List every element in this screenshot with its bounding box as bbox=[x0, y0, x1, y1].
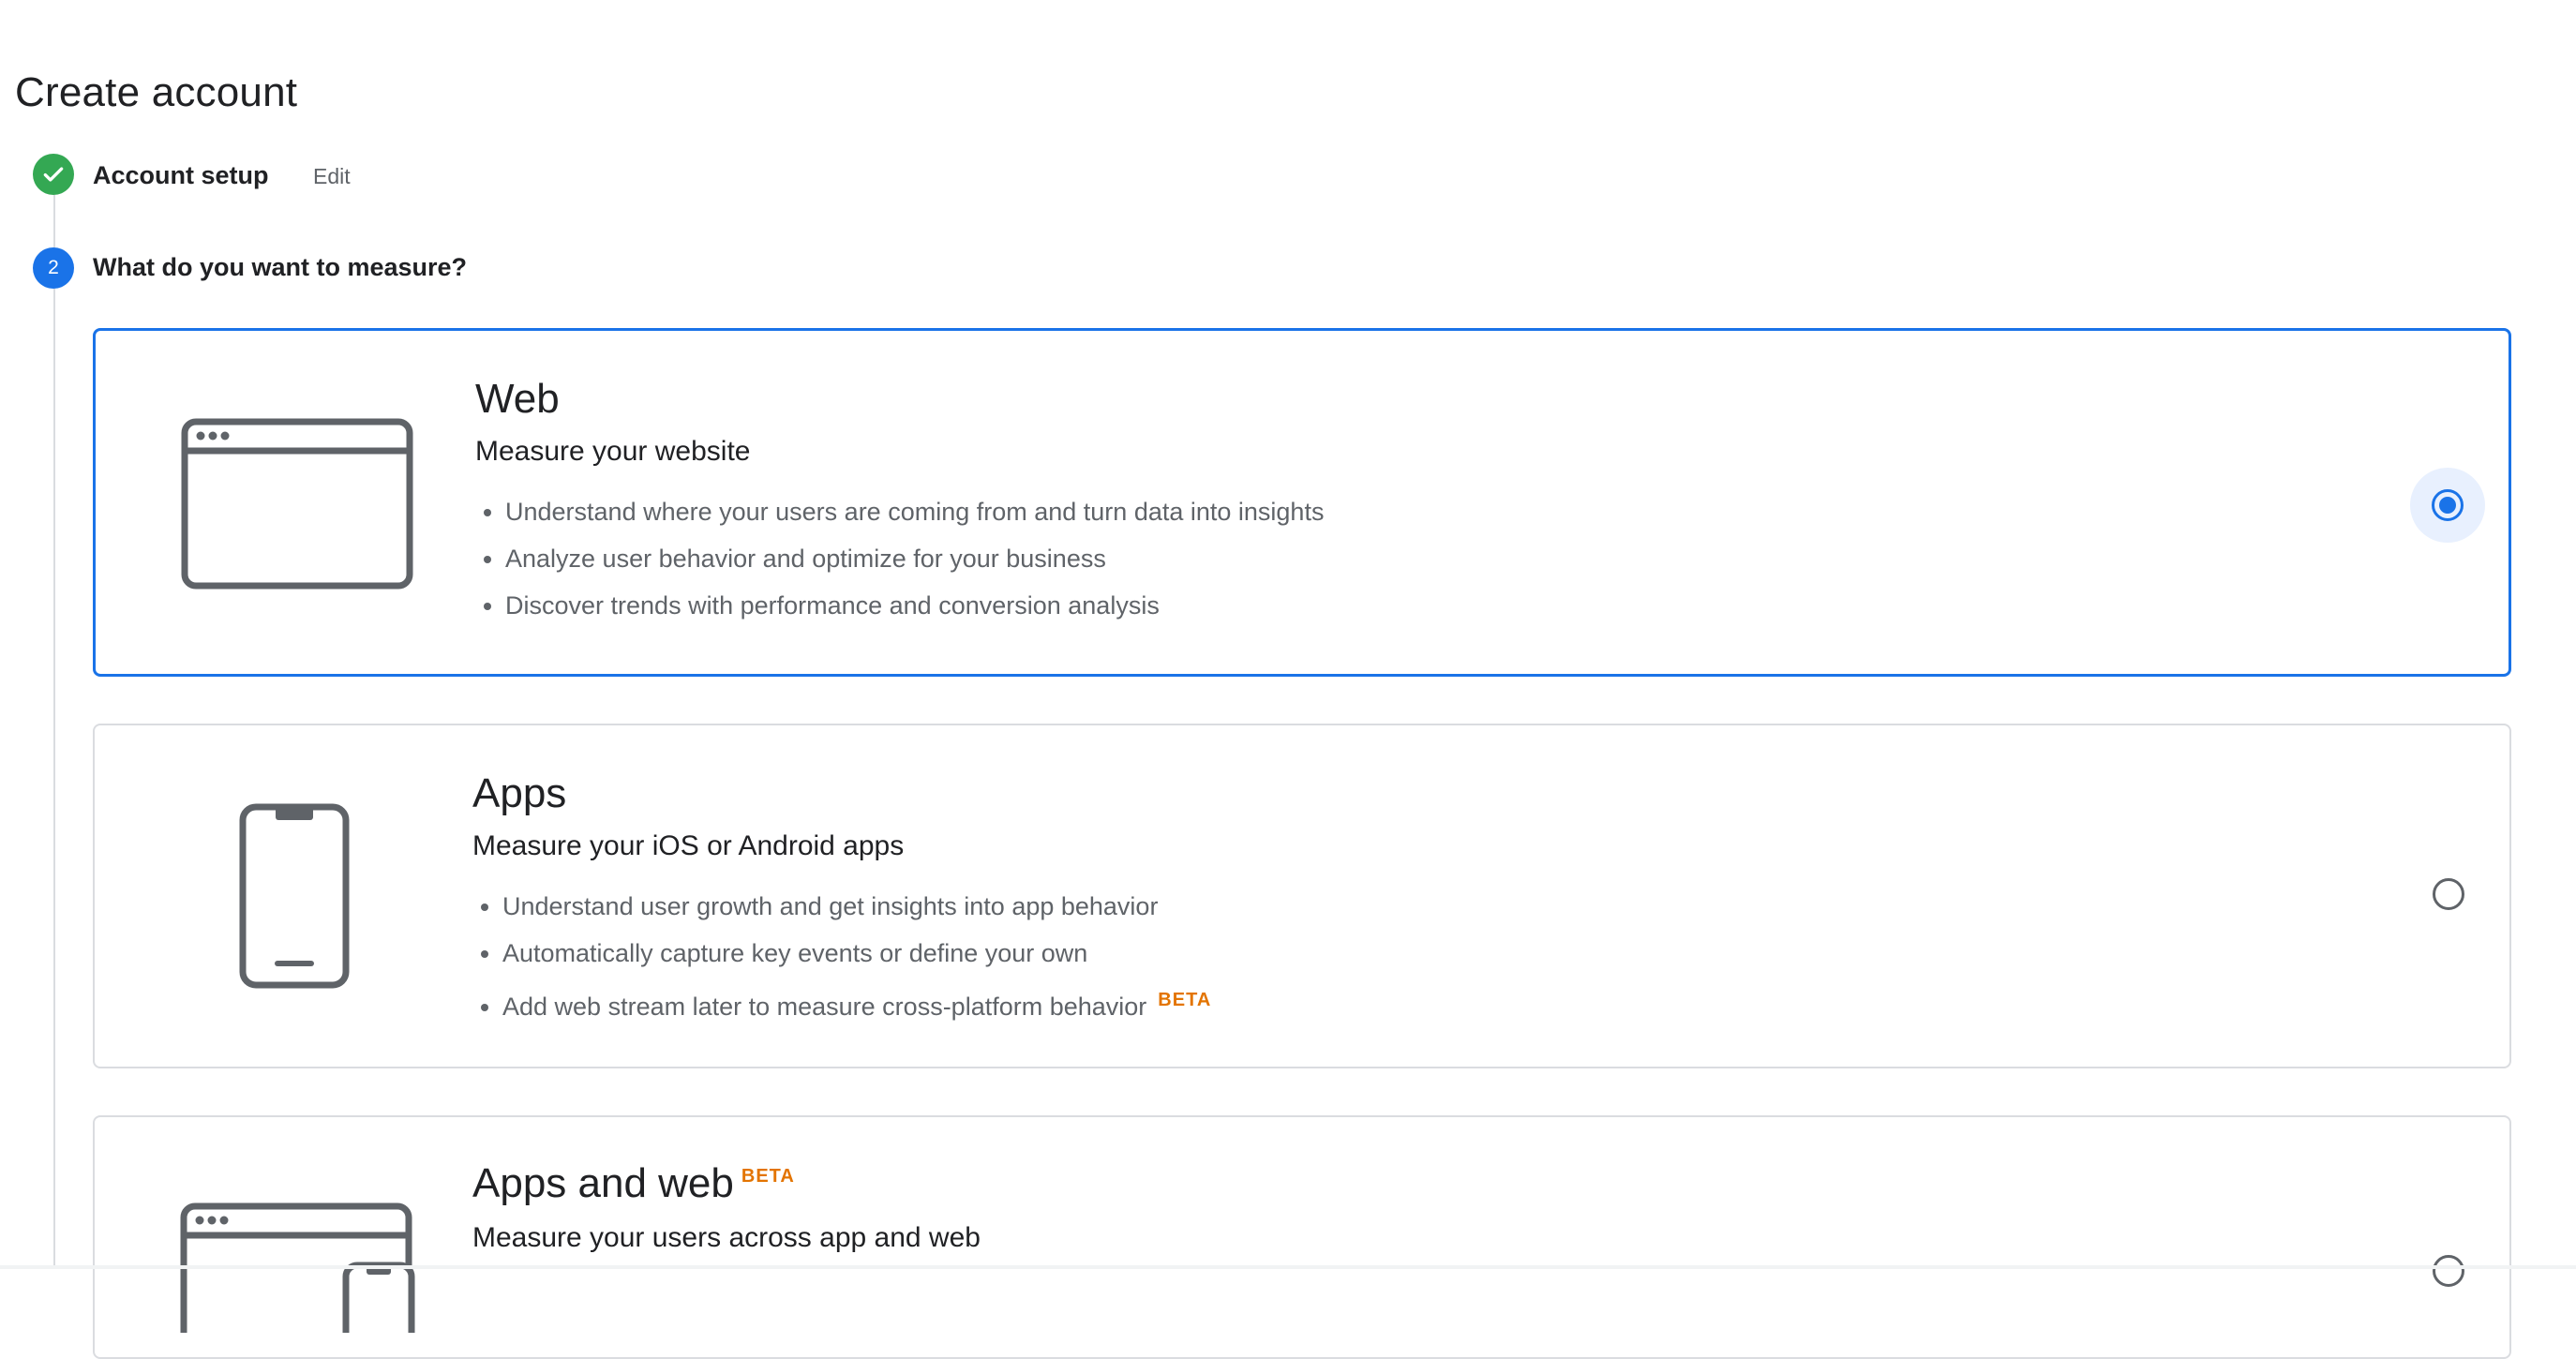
list-item: Understand user growth and get insights … bbox=[502, 883, 1211, 930]
beta-badge: BETA bbox=[741, 1166, 795, 1187]
beta-badge: BETA bbox=[1158, 990, 1212, 1010]
option-card-web[interactable]: Web Measure your website Understand wher… bbox=[93, 328, 2511, 677]
option-card-apps-and-web[interactable]: Apps and web BETA Measure your users acro… bbox=[93, 1115, 2511, 1359]
option-bullets-apps: Understand user growth and get insights … bbox=[472, 883, 1211, 1030]
option-title-apps: Apps bbox=[472, 770, 567, 816]
radio-unchecked-icon bbox=[2433, 1255, 2464, 1287]
list-item: Understand where your users are coming f… bbox=[505, 488, 1324, 535]
option-title-text: Apps and web bbox=[472, 1160, 734, 1206]
option-subtitle-web: Measure your website bbox=[475, 436, 751, 467]
option-subtitle-apps-and-web: Measure your users across app and web bbox=[472, 1222, 981, 1253]
browser-window-icon bbox=[180, 417, 414, 595]
list-item-text: Add web stream later to measure cross-pl… bbox=[502, 993, 1147, 1021]
option-title-web: Web bbox=[475, 376, 560, 422]
list-item: Analyze user behavior and optimize for y… bbox=[505, 535, 1324, 582]
option-card-apps[interactable]: Apps Measure your iOS or Android apps Un… bbox=[93, 724, 2511, 1068]
step-label-measure: What do you want to measure? bbox=[93, 253, 468, 281]
stepper-line bbox=[53, 289, 55, 1269]
radio-checked-icon bbox=[2432, 489, 2464, 521]
phone-icon bbox=[238, 802, 351, 994]
radio-unchecked-icon bbox=[2433, 878, 2464, 910]
radio-apps[interactable] bbox=[2411, 857, 2486, 932]
step-complete-check-icon bbox=[33, 154, 74, 195]
step-number-badge: 2 bbox=[33, 247, 74, 289]
page-title: Create account bbox=[15, 69, 298, 115]
bottom-divider bbox=[0, 1265, 2576, 1269]
stepper-line bbox=[53, 195, 55, 247]
option-title-apps-and-web: Apps and web BETA bbox=[472, 1160, 795, 1207]
step-label-account-setup: Account setup bbox=[93, 161, 269, 189]
browser-and-phone-icon bbox=[179, 1202, 423, 1359]
edit-account-setup-link[interactable]: Edit bbox=[313, 164, 351, 189]
option-subtitle-apps: Measure your iOS or Android apps bbox=[472, 830, 905, 861]
list-item: Automatically capture key events or defi… bbox=[502, 930, 1211, 977]
option-bullets-web: Understand where your users are coming f… bbox=[475, 488, 1324, 629]
radio-web[interactable] bbox=[2410, 468, 2485, 543]
radio-apps-and-web[interactable] bbox=[2411, 1233, 2486, 1308]
list-item: Discover trends with performance and con… bbox=[505, 582, 1324, 629]
list-item: Add web stream later to measure cross-pl… bbox=[502, 977, 1211, 1030]
